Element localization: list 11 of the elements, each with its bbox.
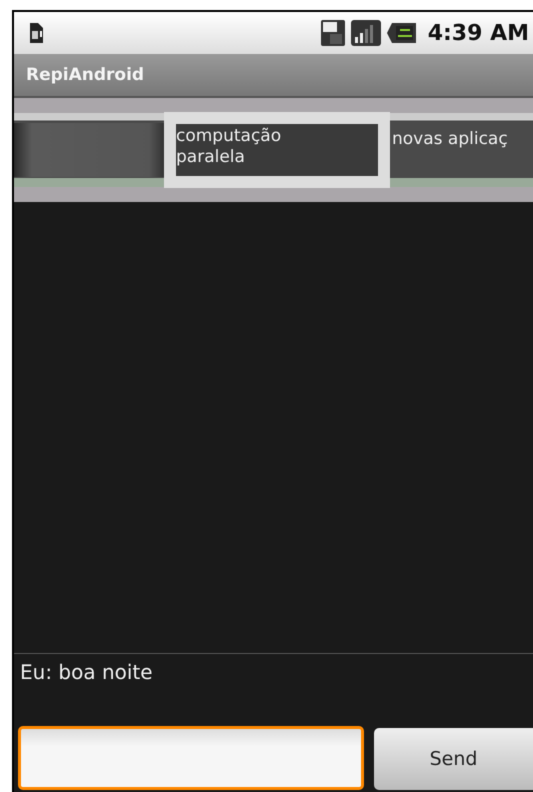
- message-input[interactable]: [18, 726, 364, 790]
- clock: 4:39 AM: [428, 20, 529, 46]
- app-title: RepiAndroid: [26, 65, 144, 85]
- send-button[interactable]: Send: [374, 728, 533, 790]
- gallery-item[interactable]: novas aplicaç: [390, 123, 533, 177]
- battery-icon: [386, 21, 418, 45]
- gallery-item[interactable]: computação paralela: [164, 112, 390, 188]
- signal-icon: [350, 19, 382, 47]
- gallery-item[interactable]: [14, 123, 164, 177]
- chat-message: Eu: boa noite: [19, 659, 154, 686]
- sim-card-icon: [28, 22, 44, 44]
